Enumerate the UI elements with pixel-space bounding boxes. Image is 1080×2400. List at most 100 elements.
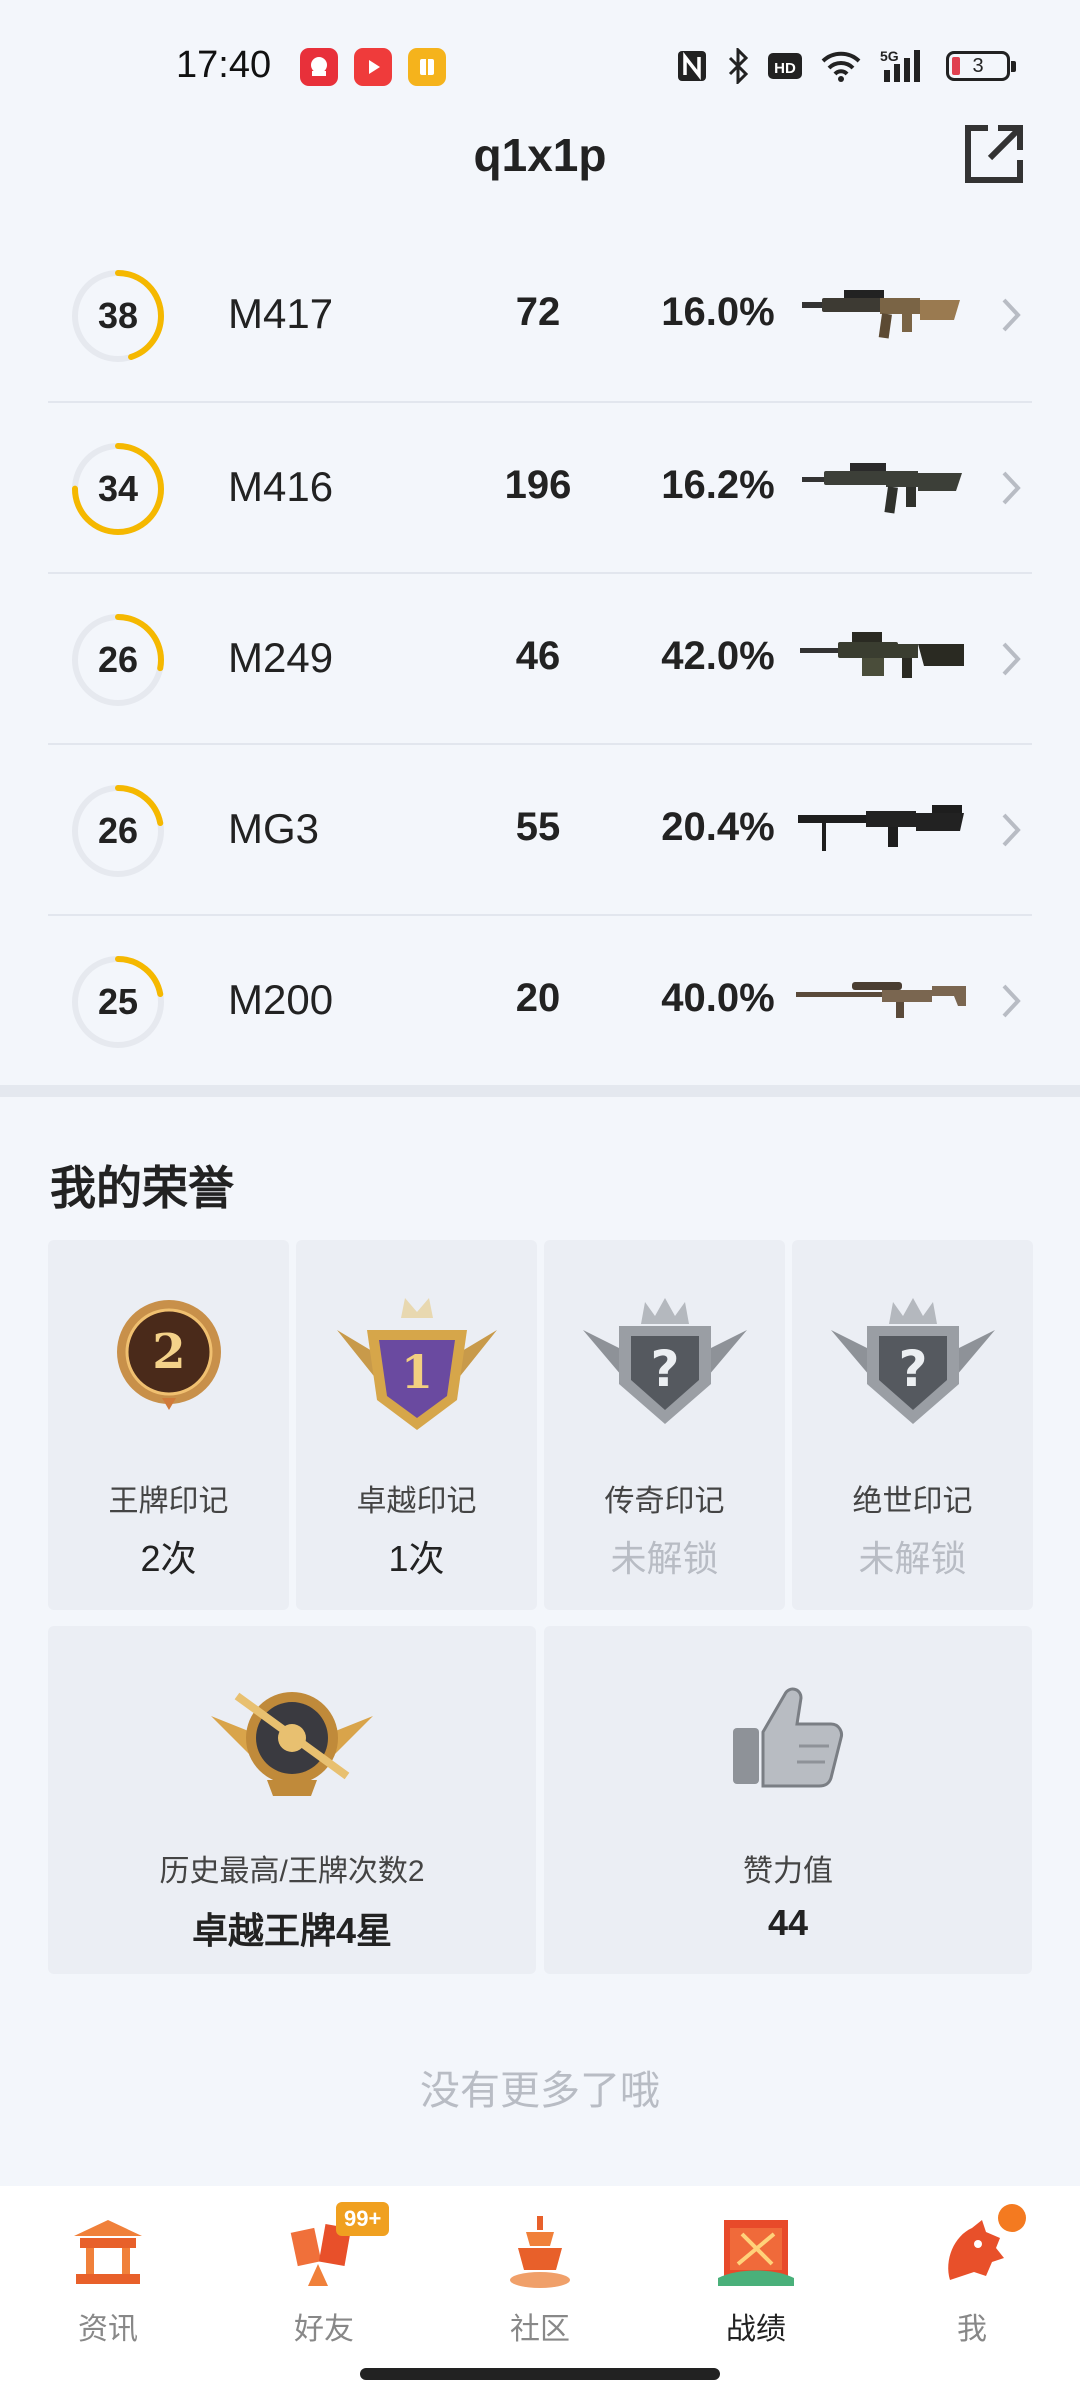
chevron-right-icon — [1002, 471, 1021, 505]
likes-card[interactable]: 赞力值 44 — [544, 1626, 1032, 1974]
weapon-level: 25 — [97, 981, 139, 1022]
ace-mark-badge-icon: 2 — [116, 1300, 221, 1410]
thumbs-up-icon — [733, 1687, 843, 1788]
section-divider — [0, 1085, 1080, 1097]
tower-community-icon — [510, 2216, 570, 2288]
m417-rifle-icon — [802, 290, 960, 339]
weapon-row-m249[interactable]: 26 M249 46 42.0% — [48, 572, 1032, 743]
wifi-icon — [820, 46, 862, 86]
svg-text:2: 2 — [152, 1324, 185, 1380]
honor-stats-grid: 历史最高/王牌次数2 卓越王牌4星 赞力值 44 — [48, 1626, 1032, 1974]
weapon-rate: 16.0% — [661, 290, 775, 334]
weapon-kills: 72 — [515, 290, 561, 334]
nav-label: 资讯 — [78, 2313, 138, 2346]
honor-card-excellence[interactable]: 1 卓越印记 1次 — [296, 1240, 537, 1610]
app-notification-icon — [300, 48, 338, 86]
highest-rank-label: 历史最高/王牌次数2 — [159, 1855, 425, 1888]
weapon-kills: 20 — [515, 976, 561, 1020]
nfc-icon — [676, 46, 708, 86]
chevron-right-icon — [1002, 813, 1021, 847]
honor-value: 1次 — [388, 1538, 445, 1579]
mg3-machine-gun-icon — [798, 805, 964, 851]
rank-emblem-icon — [211, 1692, 373, 1796]
video-app-icon — [354, 48, 392, 86]
page-title: q1x1p — [473, 129, 607, 181]
highest-rank-card[interactable]: 历史最高/王牌次数2 卓越王牌4星 — [48, 1626, 536, 1974]
bluetooth-icon — [726, 46, 750, 86]
excellence-mark-badge-icon: 1 — [336, 1298, 497, 1430]
honor-label: 传奇印记 — [604, 1485, 725, 1518]
svg-text:HD: HD — [774, 60, 796, 77]
friends-badge: 99+ — [336, 2202, 390, 2236]
book-app-icon — [408, 48, 446, 86]
weapon-kills: 196 — [504, 463, 572, 507]
svg-text:1: 1 — [400, 1345, 432, 1399]
chevron-right-icon — [1002, 298, 1021, 332]
records-scroll-icon — [718, 2220, 794, 2286]
notification-icons — [300, 48, 446, 86]
peerless-mark-locked-icon: ? — [830, 1298, 995, 1424]
honor-label: 卓越印记 — [356, 1485, 477, 1518]
weapon-row-m200[interactable]: 25 M200 20 40.0% — [48, 914, 1032, 1085]
nav-item-me[interactable]: 我 — [864, 2186, 1080, 2400]
weapon-name: M417 — [228, 290, 334, 337]
battery-level: 3 — [972, 54, 984, 77]
weapon-name: MG3 — [228, 805, 320, 852]
weapon-row-m416[interactable]: 34 M416 196 16.2% — [48, 401, 1032, 572]
m249-machine-gun-icon — [800, 632, 964, 678]
m200-sniper-rifle-icon — [796, 982, 966, 1018]
status-bar: 17:40 HD 5G 3 — [0, 0, 1080, 130]
honor-card-legend[interactable]: ? 传奇印记 未解锁 — [544, 1240, 785, 1610]
weapon-level: 26 — [97, 639, 139, 680]
share-icon — [965, 125, 1023, 183]
weapon-row-mg3[interactable]: 26 MG3 55 20.4% — [48, 743, 1032, 914]
chevron-right-icon — [1002, 642, 1021, 676]
weapon-level: 34 — [97, 468, 139, 509]
notification-dot — [998, 2204, 1026, 2232]
honor-card-peerless[interactable]: ? 绝世印记 未解锁 — [792, 1240, 1033, 1610]
weapon-name: M249 — [228, 634, 334, 681]
honor-marks-grid: 2 王牌印记 2次 1 卓越印记 1次 ? 传奇印记 未解锁 ? 绝世印记 未解… — [48, 1240, 1033, 1610]
status-time: 17:40 — [176, 44, 272, 86]
honor-label: 王牌印记 — [108, 1485, 229, 1518]
pavilion-icon — [74, 2220, 142, 2284]
weapon-rate: 16.2% — [661, 463, 775, 507]
honor-value: 未解锁 — [858, 1538, 967, 1579]
weapon-row-m417[interactable]: 38 M417 72 16.0% — [48, 230, 1032, 401]
nav-label: 战绩 — [726, 2313, 786, 2346]
likes-label: 赞力值 — [743, 1855, 833, 1888]
weapon-rate: 42.0% — [661, 634, 775, 678]
weapon-rate: 40.0% — [661, 976, 775, 1020]
home-indicator[interactable] — [360, 2368, 720, 2380]
share-button[interactable] — [958, 118, 1030, 190]
battery-icon: 3 — [946, 51, 1016, 81]
honors-section-title: 我的荣誉 — [50, 1162, 234, 1214]
honor-label: 绝世印记 — [852, 1485, 973, 1518]
chevron-right-icon — [1002, 984, 1021, 1018]
svg-text:5G: 5G — [880, 48, 899, 64]
svg-text:?: ? — [650, 1340, 679, 1398]
m416-rifle-icon — [802, 463, 962, 514]
highest-rank-value: 卓越王牌4星 — [191, 1910, 393, 1951]
weapon-rate: 20.4% — [661, 805, 775, 849]
weapon-level: 38 — [97, 295, 139, 336]
honor-value: 未解锁 — [610, 1538, 719, 1579]
weapon-name: M416 — [228, 463, 334, 510]
nav-label: 社区 — [510, 2313, 570, 2346]
likes-value: 44 — [767, 1902, 809, 1943]
weapon-name: M200 — [228, 976, 334, 1023]
nav-item-news[interactable]: 资讯 — [0, 2186, 216, 2400]
weapon-level: 26 — [97, 810, 139, 851]
end-of-list-text: 没有更多了哦 — [420, 2069, 660, 2113]
nav-label: 好友 — [294, 2313, 354, 2346]
legend-mark-locked-icon: ? — [582, 1298, 747, 1424]
hd-icon: HD — [768, 46, 802, 86]
nav-label: 我 — [957, 2313, 987, 2346]
weapon-kills: 55 — [515, 805, 561, 849]
status-icons: HD 5G 3 — [676, 46, 1016, 86]
svg-text:?: ? — [898, 1340, 927, 1398]
5g-signal-icon: 5G — [880, 46, 928, 86]
honor-card-ace[interactable]: 2 王牌印记 2次 — [48, 1240, 289, 1610]
honor-value: 2次 — [140, 1538, 197, 1579]
weapon-kills: 46 — [515, 634, 561, 678]
